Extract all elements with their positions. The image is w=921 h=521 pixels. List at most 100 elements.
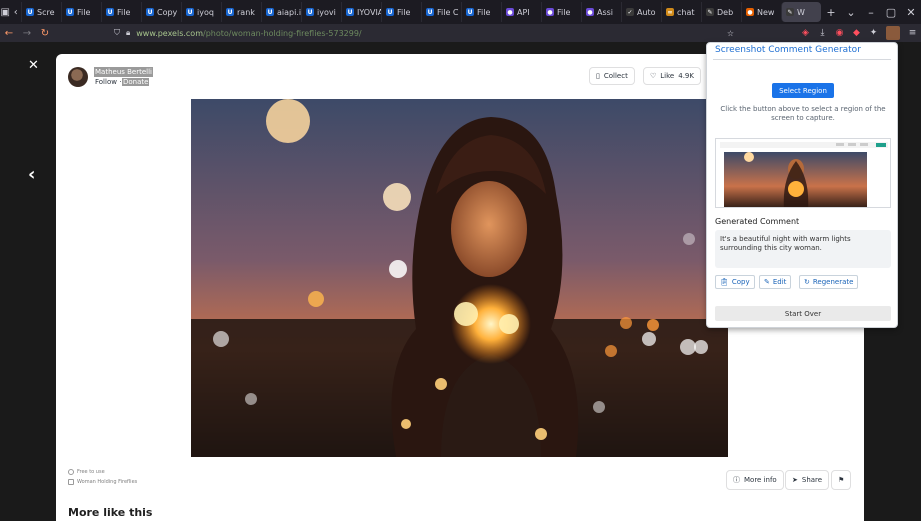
- nav-bar: ← → ↻ ⛉ 🔒︎ www.pexels.com/photo/woman-ho…: [0, 24, 921, 42]
- previous-photo-icon[interactable]: ‹: [28, 164, 35, 185]
- tab-label: Assi: [597, 7, 614, 17]
- new-tab-button[interactable]: +: [821, 0, 841, 24]
- photo-title-label: Woman Holding Fireflies: [68, 479, 137, 485]
- browser-tab[interactable]: ∞ chat: [661, 2, 701, 22]
- like-button[interactable]: ♡ Like 4.9K: [643, 67, 701, 85]
- start-over-button[interactable]: Start Over: [715, 306, 891, 321]
- copy-button[interactable]: 📋︎ Copy: [715, 275, 755, 289]
- avatar[interactable]: [68, 67, 88, 87]
- browser-tab[interactable]: ✎ W: [781, 2, 821, 22]
- tab-favicon-icon: ●: [546, 8, 554, 16]
- tab-label: Auto: [637, 7, 656, 17]
- tab-favicon-icon: U: [466, 8, 474, 16]
- tab-label: File: [477, 7, 491, 17]
- report-button[interactable]: ⚑: [831, 470, 852, 490]
- tab-label: IYOVIA: [357, 7, 381, 17]
- donate-link[interactable]: Donate: [122, 78, 150, 86]
- flag-icon: ⚑: [838, 476, 845, 484]
- extension-icon[interactable]: ◆: [848, 24, 865, 42]
- close-window-icon[interactable]: ✕: [901, 0, 921, 24]
- downloads-icon[interactable]: ⤓: [814, 24, 831, 42]
- tab-label: Scre: [37, 7, 55, 17]
- main-photo: [191, 99, 728, 457]
- collect-button[interactable]: ▯ Collect: [589, 67, 635, 85]
- browser-tab[interactable]: U Scre: [21, 2, 61, 22]
- check-circle-icon: [68, 469, 74, 475]
- tab-favicon-icon: ∞: [666, 8, 674, 16]
- browser-tab[interactable]: ● New: [741, 2, 781, 22]
- tab-label: aiapi.iyo: [277, 7, 301, 17]
- generated-comment-label: Generated Comment: [715, 217, 800, 226]
- forward-icon[interactable]: →: [18, 24, 36, 42]
- browser-tab[interactable]: ✎ Deb: [701, 2, 741, 22]
- tab-favicon-icon: U: [26, 8, 34, 16]
- heart-icon: ♡: [650, 72, 657, 80]
- tab-favicon-icon: U: [146, 8, 154, 16]
- tab-favicon-icon: ●: [586, 8, 594, 16]
- bookmark-icon: ▯: [596, 72, 600, 80]
- scroll-tabs-left-icon[interactable]: ‹: [11, 0, 22, 24]
- ublock-icon[interactable]: ◉: [831, 24, 848, 42]
- browser-tab[interactable]: Uiyoq: [181, 2, 221, 22]
- browser-tab[interactable]: ● File: [541, 2, 581, 22]
- tab-label: File: [77, 7, 91, 17]
- tab-overview-icon[interactable]: ▣: [0, 0, 11, 24]
- url-host: www.pexels.com: [136, 28, 203, 38]
- extensions-puzzle-icon[interactable]: ✦: [865, 24, 882, 42]
- tab-favicon-icon: U: [386, 8, 394, 16]
- select-region-button[interactable]: Select Region: [772, 83, 834, 98]
- menu-icon[interactable]: ≡: [904, 24, 921, 42]
- share-button[interactable]: ➤ Share: [785, 470, 830, 490]
- profile-avatar[interactable]: [886, 26, 900, 40]
- pocket-icon[interactable]: ◈: [797, 24, 814, 42]
- tab-favicon-icon: U: [306, 8, 314, 16]
- shield-icon: ⛉: [114, 28, 120, 37]
- info-icon: ⓘ: [733, 476, 740, 484]
- tab-favicon-icon: U: [106, 8, 114, 16]
- more-info-button[interactable]: ⓘ More info: [726, 470, 784, 490]
- tab-label: File: [557, 7, 571, 17]
- tab-favicon-icon: ✎: [706, 8, 714, 16]
- url-path: /photo/woman-holding-fireflies-573299/: [203, 28, 362, 38]
- tab-label: W: [797, 7, 805, 17]
- back-icon[interactable]: ←: [0, 24, 18, 42]
- edit-button[interactable]: ✎ Edit: [759, 275, 792, 289]
- browser-tab[interactable]: U File: [461, 2, 501, 22]
- browser-tab[interactable]: ✓ Auto: [621, 2, 661, 22]
- browser-tab[interactable]: Urank: [221, 2, 261, 22]
- browser-tab[interactable]: Uaiapi.iyo: [261, 2, 301, 22]
- browser-tab[interactable]: ● API: [501, 2, 541, 22]
- browser-tab[interactable]: U Copy: [141, 2, 181, 22]
- tab-favicon-icon: U: [266, 8, 274, 16]
- tab-label: New: [757, 7, 775, 17]
- tab-favicon-icon: U: [346, 8, 354, 16]
- browser-tab[interactable]: ● Assi: [581, 2, 621, 22]
- screenshot-preview: [715, 138, 891, 208]
- minimize-icon[interactable]: –: [861, 0, 881, 24]
- tab-favicon-icon: U: [226, 8, 234, 16]
- browser-tab[interactable]: U File: [61, 2, 101, 22]
- tab-label: rank: [237, 7, 255, 17]
- extension-title: Screenshot Comment Generator: [715, 45, 861, 55]
- divider: [713, 59, 891, 60]
- regenerate-button[interactable]: ↻ Regenerate: [799, 275, 859, 289]
- maximize-icon[interactable]: ▢: [881, 0, 901, 24]
- refresh-icon: ↻: [804, 278, 810, 286]
- browser-tab[interactable]: Uiyovi: [301, 2, 341, 22]
- url-bar[interactable]: ⛉ 🔒︎ www.pexels.com/photo/woman-holding-…: [114, 25, 734, 41]
- bookmark-star-icon[interactable]: ☆: [727, 29, 734, 38]
- browser-tab[interactable]: U File: [101, 2, 141, 22]
- reload-icon[interactable]: ↻: [36, 24, 54, 42]
- tab-bar: ▣ ‹ U Scre U File U File U Copy Uiyoq Urank Uaiapi…: [0, 0, 921, 24]
- tab-list-chevron-icon[interactable]: ⌄: [841, 0, 861, 24]
- browser-tab[interactable]: U IYOVIA: [341, 2, 381, 22]
- tab-label: API: [517, 7, 530, 17]
- follow-link[interactable]: Follow ·: [95, 78, 121, 86]
- browser-tab[interactable]: U File: [381, 2, 421, 22]
- browser-tab[interactable]: U File C: [421, 2, 461, 22]
- close-icon[interactable]: ✕: [28, 58, 39, 73]
- tab-label: Copy: [157, 7, 178, 17]
- tab-favicon-icon: U: [186, 8, 194, 16]
- generated-comment-text: It's a beautiful night with warm lights …: [715, 230, 891, 268]
- author-name[interactable]: Matheus Bertelli: [94, 67, 153, 77]
